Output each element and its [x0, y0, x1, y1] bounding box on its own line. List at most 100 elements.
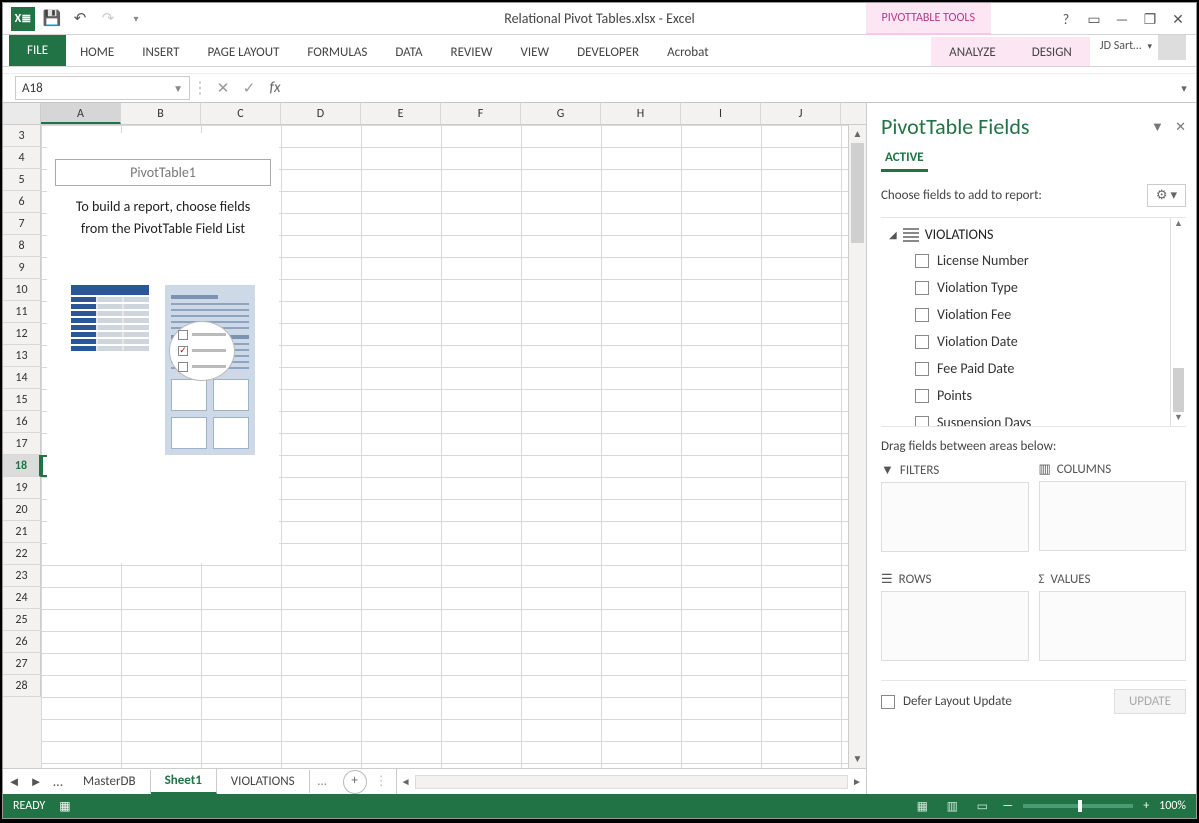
- hscroll-right-icon[interactable]: ►: [848, 775, 866, 788]
- col-header-J[interactable]: J: [761, 103, 841, 124]
- fx-icon[interactable]: fx: [262, 79, 288, 97]
- tab-data[interactable]: DATA: [381, 37, 436, 66]
- cancel-icon[interactable]: ✕: [210, 79, 236, 98]
- row-header-20[interactable]: 20: [3, 499, 41, 521]
- col-header-B[interactable]: B: [121, 103, 201, 124]
- formula-bar-expand-icon[interactable]: ▾: [1172, 82, 1196, 95]
- col-header-E[interactable]: E: [361, 103, 441, 124]
- row-header-12[interactable]: 12: [3, 323, 41, 345]
- area-columns[interactable]: ▥COLUMNS: [1039, 462, 1187, 562]
- name-box[interactable]: A18 ▼: [15, 76, 190, 100]
- row-header-5[interactable]: 5: [3, 169, 41, 191]
- hscroll-left-icon[interactable]: ◄: [397, 775, 415, 788]
- tab-file[interactable]: FILE: [9, 35, 66, 66]
- row-header-24[interactable]: 24: [3, 587, 41, 609]
- qat-customize-icon[interactable]: ▾: [125, 7, 147, 31]
- row-header-23[interactable]: 23: [3, 565, 41, 587]
- row-header-16[interactable]: 16: [3, 411, 41, 433]
- sheet-tab-sheet1[interactable]: Sheet1: [151, 769, 217, 794]
- tab-formulas[interactable]: FORMULAS: [293, 37, 381, 66]
- macro-record-icon[interactable]: ▦: [59, 799, 70, 814]
- enter-icon[interactable]: ✓: [236, 79, 262, 98]
- tab-insert[interactable]: INSERT: [128, 37, 193, 66]
- field-list-scrollbar[interactable]: ▲▼: [1170, 218, 1186, 426]
- row-header-22[interactable]: 22: [3, 543, 41, 565]
- area-values[interactable]: ΣVALUES: [1039, 572, 1187, 672]
- row-header-8[interactable]: 8: [3, 235, 41, 257]
- field-license-number[interactable]: License Number: [881, 247, 1170, 274]
- zoom-in-icon[interactable]: +: [1143, 799, 1149, 813]
- pane-close-icon[interactable]: ✕: [1175, 120, 1186, 135]
- row-header-10[interactable]: 10: [3, 279, 41, 301]
- scroll-up-icon[interactable]: ▲: [849, 125, 866, 143]
- fields-table-header[interactable]: ◢ VIOLATIONS: [881, 224, 1170, 247]
- area-rows[interactable]: ☰ROWS: [881, 572, 1029, 672]
- row-header-19[interactable]: 19: [3, 477, 41, 499]
- zoom-level[interactable]: 100%: [1159, 799, 1186, 813]
- view-normal-icon[interactable]: ▦: [912, 798, 932, 814]
- tab-developer[interactable]: DEVELOPER: [563, 37, 653, 66]
- select-all-corner[interactable]: [3, 103, 41, 124]
- formula-input[interactable]: [288, 76, 1172, 100]
- redo-icon[interactable]: ↷: [97, 7, 119, 31]
- defer-layout-checkbox[interactable]: Defer Layout Update: [881, 694, 1012, 709]
- field-violation-fee[interactable]: Violation Fee: [881, 301, 1170, 328]
- sheet-nav-next-icon[interactable]: ►: [25, 774, 47, 790]
- collapse-icon[interactable]: ◢: [889, 228, 897, 241]
- ribbon-display-icon[interactable]: ▭: [1084, 11, 1104, 28]
- horizontal-scrollbar[interactable]: ◄ ►: [396, 769, 866, 794]
- tab-view[interactable]: VIEW: [507, 37, 564, 66]
- row-header-18[interactable]: 18: [3, 455, 41, 477]
- fields-settings-icon[interactable]: ⚙ ▾: [1147, 184, 1186, 207]
- name-box-dropdown-icon[interactable]: ▼: [173, 82, 183, 95]
- tab-review[interactable]: REVIEW: [437, 37, 507, 66]
- scroll-thumb[interactable]: [851, 143, 864, 243]
- tab-acrobat[interactable]: Acrobat: [653, 37, 723, 66]
- row-header-11[interactable]: 11: [3, 301, 41, 323]
- col-header-G[interactable]: G: [521, 103, 601, 124]
- row-header-17[interactable]: 17: [3, 433, 41, 455]
- tab-home[interactable]: HOME: [66, 37, 128, 66]
- row-header-9[interactable]: 9: [3, 257, 41, 279]
- row-header-4[interactable]: 4: [3, 147, 41, 169]
- update-button[interactable]: UPDATE: [1114, 689, 1186, 714]
- row-header-15[interactable]: 15: [3, 389, 41, 411]
- tab-analyze[interactable]: ANALYZE: [931, 37, 1014, 66]
- row-header-21[interactable]: 21: [3, 521, 41, 543]
- zoom-slider[interactable]: [1023, 804, 1133, 808]
- col-header-A[interactable]: A: [41, 103, 121, 124]
- view-page-break-icon[interactable]: ▭: [972, 798, 992, 814]
- field-violation-type[interactable]: Violation Type: [881, 274, 1170, 301]
- row-header-27[interactable]: 27: [3, 653, 41, 675]
- row-header-26[interactable]: 26: [3, 631, 41, 653]
- col-header-I[interactable]: I: [681, 103, 761, 124]
- zoom-out-icon[interactable]: —: [1002, 799, 1013, 813]
- col-header-C[interactable]: C: [201, 103, 281, 124]
- row-header-6[interactable]: 6: [3, 191, 41, 213]
- area-filters[interactable]: ▼FILTERS: [881, 462, 1029, 562]
- save-icon[interactable]: 💾: [41, 7, 63, 31]
- sheet-nav-prev-icon[interactable]: ◄: [3, 774, 25, 790]
- restore-icon[interactable]: ❐: [1140, 11, 1160, 28]
- row-header-25[interactable]: 25: [3, 609, 41, 631]
- row-header-3[interactable]: 3: [3, 125, 41, 147]
- scroll-down-icon[interactable]: ▼: [849, 750, 866, 768]
- col-header-F[interactable]: F: [441, 103, 521, 124]
- row-header-14[interactable]: 14: [3, 367, 41, 389]
- minimize-icon[interactable]: —: [1112, 11, 1132, 28]
- sheet-tab-masterdb[interactable]: MasterDB: [69, 770, 151, 793]
- pane-dropdown-icon[interactable]: ▼: [1151, 120, 1164, 135]
- view-page-layout-icon[interactable]: ▥: [942, 798, 962, 814]
- row-header-28[interactable]: 28: [3, 675, 41, 697]
- col-header-H[interactable]: H: [601, 103, 681, 124]
- help-icon[interactable]: ?: [1056, 11, 1076, 28]
- field-fee-paid-date[interactable]: Fee Paid Date: [881, 355, 1170, 382]
- vertical-scrollbar[interactable]: ▲ ▼: [848, 125, 866, 768]
- close-icon[interactable]: ✕: [1168, 11, 1188, 28]
- row-header-7[interactable]: 7: [3, 213, 41, 235]
- cell-grid[interactable]: PivotTable1 To build a report, choose fi…: [41, 125, 848, 768]
- new-sheet-button[interactable]: +: [343, 770, 367, 794]
- row-header-13[interactable]: 13: [3, 345, 41, 367]
- sheet-tab-violations[interactable]: VIOLATIONS: [217, 770, 310, 793]
- undo-icon[interactable]: ↶: [69, 7, 91, 31]
